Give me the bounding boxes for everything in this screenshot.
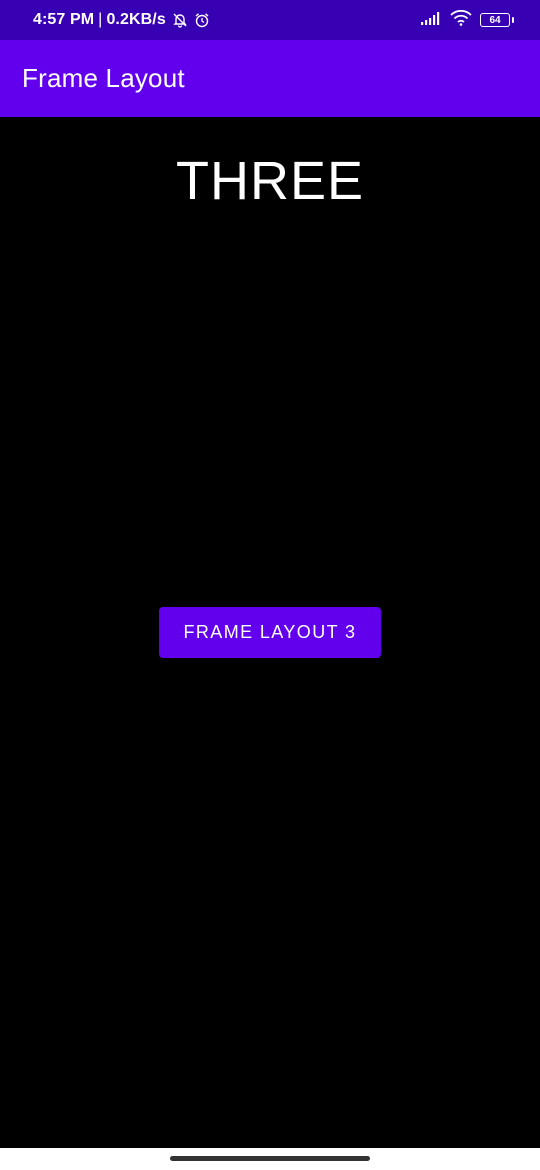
alarm-clock-icon — [194, 12, 210, 28]
cellular-signal-icon — [420, 11, 442, 30]
wifi-icon — [450, 9, 472, 31]
network-speed: 0.2KB/s — [106, 11, 166, 28]
status-separator: | — [98, 11, 103, 28]
app-bar: Frame Layout — [0, 40, 540, 117]
frame-heading: THREE — [175, 151, 364, 211]
screen: 4:57 PM | 0.2KB/s 64 Frame Layout THREE … — [0, 0, 540, 1170]
app-title: Frame Layout — [22, 63, 185, 93]
mute-bell-icon — [172, 12, 188, 28]
battery-level: 64 — [489, 14, 501, 26]
status-time: 4:57 PM — [33, 11, 95, 28]
navigation-bar — [0, 1148, 540, 1170]
battery-icon: 64 — [480, 13, 514, 27]
status-right: 64 — [420, 0, 514, 40]
frame-layout-button[interactable]: FRAME LAYOUT 3 — [159, 607, 381, 658]
home-indicator[interactable] — [170, 1156, 370, 1161]
status-bar: 4:57 PM | 0.2KB/s 64 — [0, 0, 540, 40]
status-left: 4:57 PM | 0.2KB/s — [33, 0, 210, 40]
